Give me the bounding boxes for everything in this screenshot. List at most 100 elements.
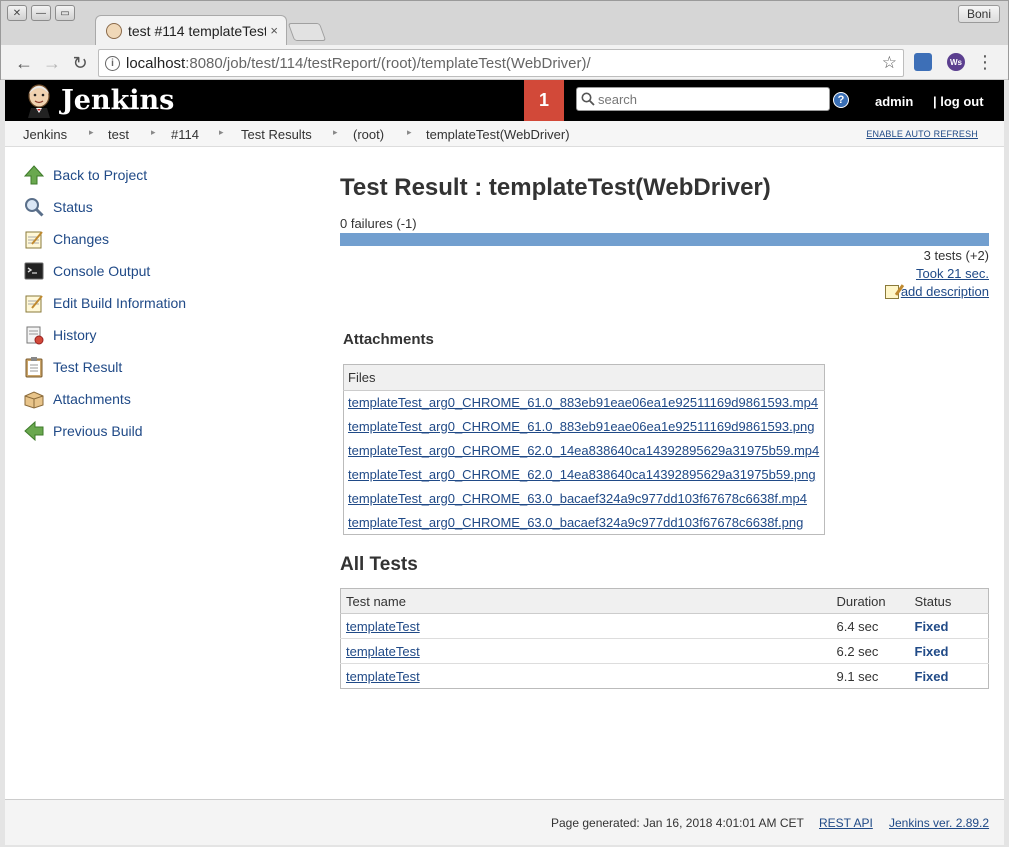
search-box[interactable] <box>576 87 830 111</box>
footer: Page generated: Jan 16, 2018 4:01:01 AM … <box>5 799 1004 845</box>
column-header-status[interactable]: Status <box>909 588 989 614</box>
sidebar-item-label[interactable]: Status <box>53 199 93 215</box>
sidebar-item-back-to-project[interactable]: Back to Project <box>23 164 147 186</box>
notepad-edit-icon <box>23 292 45 314</box>
breadcrumb-root[interactable]: (root) <box>353 127 384 142</box>
tab-close-icon[interactable]: × <box>266 23 278 38</box>
breadcrumb-current[interactable]: templateTest(WebDriver) <box>426 127 570 142</box>
breadcrumb-build[interactable]: #114 <box>171 127 199 142</box>
sidebar-item-label[interactable]: Edit Build Information <box>53 295 186 311</box>
jenkins-logo[interactable]: Jenkins <box>23 82 174 118</box>
attachments-table: Files templateTest_arg0_CHROME_61.0_883e… <box>343 364 825 535</box>
chevron-right-icon[interactable]: ▸ <box>89 127 94 138</box>
all-tests-table: Test name Duration Status templateTest 6… <box>340 588 989 689</box>
duration-link[interactable]: Took 21 sec. <box>916 266 989 281</box>
help-icon[interactable]: ? <box>833 92 849 108</box>
test-name-link[interactable]: templateTest <box>346 619 420 634</box>
test-name-link[interactable]: templateTest <box>346 669 420 684</box>
sidebar-item-label[interactable]: Previous Build <box>53 423 143 439</box>
sidebar-item-label[interactable]: Console Output <box>53 263 150 279</box>
extension-cap-icon[interactable] <box>914 53 932 71</box>
attachment-link[interactable]: templateTest_arg0_CHROME_61.0_883eb91eae… <box>348 419 814 434</box>
close-window-icon[interactable]: ✕ <box>7 5 27 21</box>
chevron-right-icon[interactable]: ▸ <box>219 127 224 138</box>
sidebar-item-edit-build-information[interactable]: Edit Build Information <box>23 292 186 314</box>
jenkins-favicon-icon <box>106 22 122 39</box>
minimize-window-icon[interactable]: — <box>31 5 51 21</box>
column-header-test-name[interactable]: Test name <box>340 588 832 614</box>
jenkins-version-link[interactable]: Jenkins ver. 2.89.2 <box>889 816 989 830</box>
url-host: localhost <box>126 54 186 72</box>
breadcrumb-jenkins[interactable]: Jenkins <box>23 127 67 142</box>
add-description-link[interactable]: add description <box>884 284 989 299</box>
sidebar-item-history[interactable]: History <box>23 324 97 346</box>
rest-api-link[interactable]: REST API <box>819 816 873 830</box>
breadcrumb-test-results[interactable]: Test Results <box>241 127 312 142</box>
chevron-right-icon[interactable]: ▸ <box>333 127 338 138</box>
maximize-window-icon[interactable]: ▭ <box>55 5 75 21</box>
back-arrow-icon[interactable]: ← <box>13 52 35 74</box>
magnifier-icon <box>23 196 45 218</box>
column-header-duration[interactable]: Duration <box>831 588 910 614</box>
test-status: Fixed <box>909 663 989 689</box>
sidebar-item-label[interactable]: Changes <box>53 231 109 247</box>
table-row: templateTest 6.4 sec Fixed <box>340 613 989 639</box>
sidebar-item-test-result[interactable]: Test Result <box>23 356 122 378</box>
attachment-link[interactable]: templateTest_arg0_CHROME_63.0_bacaef324a… <box>348 515 803 530</box>
history-icon <box>23 324 45 346</box>
sidebar-item-label[interactable]: Back to Project <box>53 167 147 183</box>
sidebar-item-label[interactable]: Test Result <box>53 359 122 375</box>
page-title: Test Result : templateTest(WebDriver) <box>340 174 771 201</box>
attachment-link[interactable]: templateTest_arg0_CHROME_63.0_bacaef324a… <box>348 491 807 506</box>
new-tab-button[interactable] <box>287 23 327 41</box>
address-bar[interactable]: i localhost:8080/job/test/114/testReport… <box>98 49 904 77</box>
attachment-link[interactable]: templateTest_arg0_CHROME_62.0_14ea838640… <box>348 467 816 482</box>
extension-ws-icon[interactable]: Ws <box>947 53 965 71</box>
test-pass-bar <box>340 233 989 246</box>
logout-link[interactable]: | log out <box>933 94 984 109</box>
search-icon <box>581 92 595 106</box>
enable-auto-refresh-link[interactable]: ENABLE AUTO REFRESH <box>866 129 978 139</box>
breadcrumb-job[interactable]: test <box>108 127 129 142</box>
jenkins-logo-text[interactable]: Jenkins <box>61 85 174 116</box>
table-row: templateTest_arg0_CHROME_62.0_14ea838640… <box>344 439 825 463</box>
edit-note-icon <box>884 284 899 299</box>
chevron-right-icon[interactable]: ▸ <box>151 127 156 138</box>
files-column-header: Files <box>343 364 825 391</box>
chevron-right-icon[interactable]: ▸ <box>407 127 412 138</box>
table-row: templateTest 6.2 sec Fixed <box>340 638 989 664</box>
notepad-icon <box>23 228 45 250</box>
browser-tab[interactable]: test #114 templateTest × <box>95 15 287 45</box>
notification-badge[interactable]: 1 <box>524 80 564 121</box>
jenkins-butler-icon <box>23 82 55 118</box>
user-link[interactable]: admin <box>875 94 913 109</box>
test-name-link[interactable]: templateTest <box>346 644 420 659</box>
test-duration: 9.1 sec <box>831 663 910 689</box>
window-controls: ✕ — ▭ <box>7 5 75 21</box>
attachment-link[interactable]: templateTest_arg0_CHROME_62.0_14ea838640… <box>348 443 819 458</box>
test-pass-bar-fill <box>340 233 989 246</box>
failures-summary: 0 failures (-1) <box>340 216 417 231</box>
test-duration: 6.2 sec <box>831 638 910 664</box>
info-icon[interactable]: i <box>105 55 120 71</box>
sidebar-item-status[interactable]: Status <box>23 196 93 218</box>
sidebar-item-previous-build[interactable]: Previous Build <box>23 420 143 442</box>
forward-arrow-icon[interactable]: → <box>41 52 63 74</box>
sidebar-item-console-output[interactable]: Console Output <box>23 260 150 282</box>
clipboard-icon <box>23 356 45 378</box>
browser-profile-button[interactable]: Boni <box>957 5 1000 23</box>
search-input[interactable] <box>598 91 818 107</box>
sidebar-item-changes[interactable]: Changes <box>23 228 109 250</box>
sidebar-item-attachments[interactable]: Attachments <box>23 388 131 410</box>
browser-menu-icon[interactable]: ⋮ <box>976 53 994 71</box>
bookmark-star-icon[interactable]: ☆ <box>882 53 897 73</box>
table-row: templateTest_arg0_CHROME_62.0_14ea838640… <box>344 463 825 487</box>
page-content: Back to Project Status Changes Console O… <box>5 147 1004 799</box>
reload-icon[interactable]: ↻ <box>69 52 91 74</box>
add-description-label[interactable]: add description <box>901 284 989 299</box>
table-row: templateTest_arg0_CHROME_63.0_bacaef324a… <box>344 487 825 511</box>
test-status: Fixed <box>909 638 989 664</box>
attachment-link[interactable]: templateTest_arg0_CHROME_61.0_883eb91eae… <box>348 395 818 410</box>
sidebar-item-label[interactable]: Attachments <box>53 391 131 407</box>
sidebar-item-label[interactable]: History <box>53 327 97 343</box>
